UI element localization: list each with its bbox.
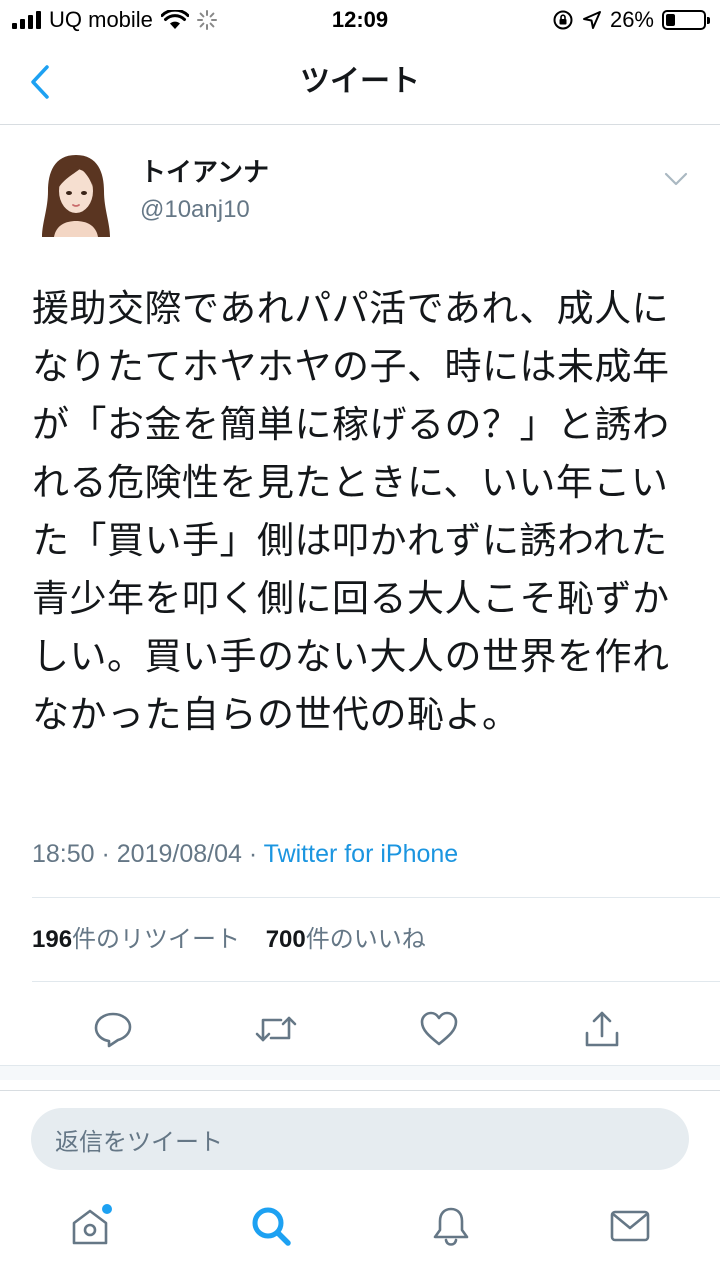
battery-level (666, 14, 676, 26)
tab-notifications[interactable] (425, 1200, 477, 1252)
nav-header: ツイート (0, 40, 720, 125)
section-separator (0, 1065, 720, 1080)
tweet-stats: 196件のリツイート 700件のいいね (32, 923, 426, 956)
retweet-count-link[interactable]: 196件のリツイート (32, 923, 240, 956)
tweet-menu-button[interactable] (660, 167, 692, 191)
page-title: ツイート (300, 64, 420, 99)
retweet-count: 196 (32, 926, 73, 953)
location-icon (582, 11, 601, 29)
like-button[interactable] (413, 1003, 465, 1055)
divider (32, 981, 720, 982)
status-right: 26% (552, 6, 710, 34)
orientation-lock-icon (553, 10, 573, 30)
notifications-icon (433, 1207, 469, 1246)
like-label: 件のいいね (305, 925, 426, 953)
search-icon (252, 1207, 291, 1246)
author-handle[interactable]: @10anj10 (140, 195, 250, 225)
avatar[interactable] (36, 151, 116, 237)
tweet-source-link[interactable]: Twitter for iPhone (264, 840, 459, 868)
battery-percent: 26% (609, 7, 654, 32)
like-count-link[interactable]: 700件のいいね (266, 923, 426, 956)
tweet-text: 援助交際であれパパ活であれ、成人になりたてホヤホヤの子、時には未成年が「お金を簡… (32, 287, 670, 736)
notification-dot (102, 1204, 112, 1214)
tab-home[interactable] (64, 1200, 116, 1252)
tweet-timestamp: 18:50 · 2019/08/04 · (32, 840, 264, 868)
retweet-icon (255, 1016, 297, 1042)
like-icon (420, 1011, 458, 1046)
retweet-button[interactable] (250, 1003, 302, 1055)
divider (32, 897, 720, 898)
share-button[interactable] (576, 1003, 628, 1055)
chevron-down-icon (664, 172, 688, 186)
reply-bar: 返信をツイート (0, 1090, 720, 1187)
status-bar: UQ mobile 12:09 26% (0, 0, 720, 40)
retweet-label: 件のリツイート (72, 925, 241, 953)
author-row: トイアンナ @10anj10 (30, 145, 700, 245)
tab-messages[interactable] (604, 1200, 656, 1252)
messages-icon (610, 1210, 650, 1242)
reply-icon (94, 1012, 132, 1048)
reply-input[interactable]: 返信をツイート (31, 1108, 689, 1170)
battery-icon (662, 10, 710, 30)
author-name[interactable]: トイアンナ (140, 157, 269, 189)
tab-bar (0, 1186, 720, 1280)
tweet-actions (0, 995, 720, 1065)
tab-search[interactable] (245, 1200, 297, 1252)
tweet-meta: 18:50 · 2019/08/04 · Twitter for iPhone (32, 837, 458, 871)
share-icon (585, 1011, 619, 1047)
like-count: 700 (265, 926, 306, 953)
reply-button[interactable] (87, 1003, 139, 1055)
